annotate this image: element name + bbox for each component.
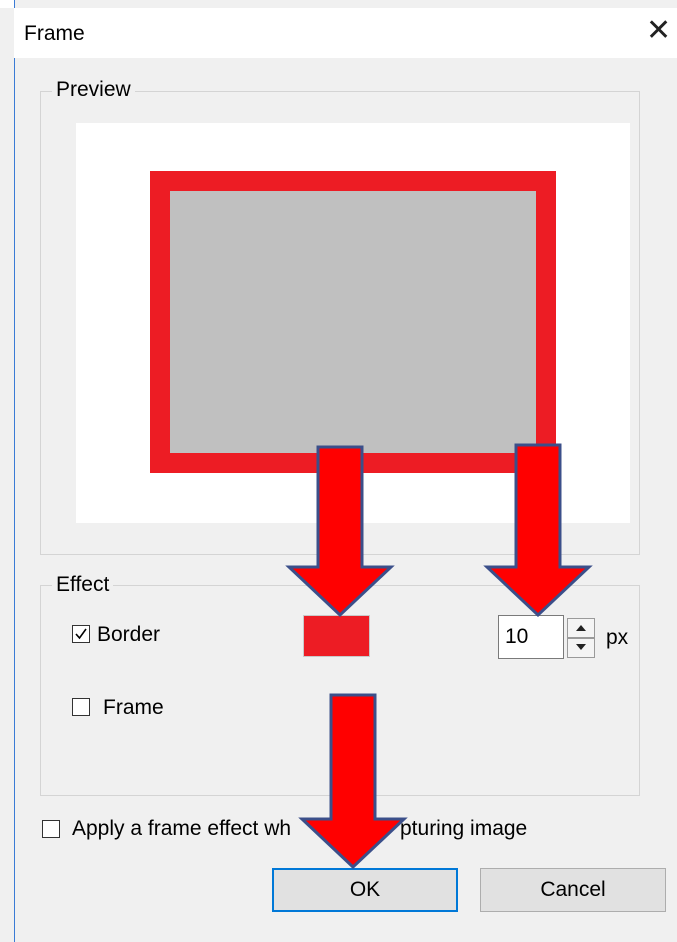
title-bar: Frame ✕ [14,8,677,58]
annotation-arrow-ok [298,693,408,869]
checkmark-icon [75,628,87,640]
apply-on-capture-label-tail: pturing image [400,817,528,840]
border-checkbox[interactable] [72,625,90,643]
spin-down-button[interactable] [567,638,595,658]
cancel-button[interactable]: Cancel [480,868,666,912]
border-color-button[interactable] [303,615,370,657]
apply-on-capture-checkbox[interactable] [42,820,60,838]
ok-button[interactable]: OK [272,868,458,912]
frame-label: Frame [103,696,164,719]
effect-group-label: Effect [52,573,114,597]
chevron-up-icon [576,625,586,631]
dialog-title: Frame [24,22,85,45]
spin-up-button[interactable] [567,618,595,638]
annotation-arrow-color [285,445,395,617]
apply-on-capture-label: Apply a frame effect wh [72,817,292,840]
preview-frame [150,171,556,473]
close-icon[interactable]: ✕ [646,16,671,46]
chevron-down-icon [576,644,586,650]
preview-image-placeholder [170,191,536,453]
border-width-input[interactable]: 10 [498,615,564,659]
frame-checkbox[interactable] [72,698,90,716]
border-label: Border [97,623,161,646]
annotation-arrow-width [483,443,593,617]
preview-group-label: Preview [52,78,135,102]
unit-label: px [606,626,629,649]
